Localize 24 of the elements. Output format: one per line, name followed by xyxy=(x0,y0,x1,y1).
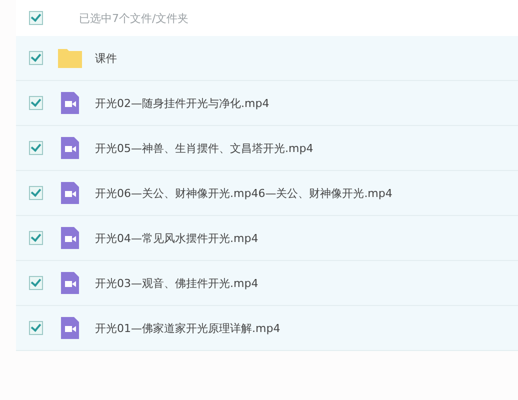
file-checkbox[interactable] xyxy=(29,51,43,65)
file-row[interactable]: 开光02—随身挂件开光与净化.mp4 xyxy=(16,81,518,126)
file-name: 课件 xyxy=(95,50,117,66)
file-row[interactable]: 课件 xyxy=(16,36,518,81)
file-row[interactable]: 开光05—神兽、生肖摆件、文昌塔开光.mp4 xyxy=(16,126,518,171)
file-row[interactable]: 开光04—常见风水摆件开光.mp4 xyxy=(16,216,518,261)
file-checkbox[interactable] xyxy=(29,231,43,245)
file-checkbox[interactable] xyxy=(29,96,43,110)
file-checkbox[interactable] xyxy=(29,186,43,200)
file-name: 开光02—随身挂件开光与净化.mp4 xyxy=(95,96,270,110)
file-row[interactable]: 开光01—佛家道家开光原理详解.mp4 xyxy=(16,306,518,351)
file-name: 开光06—关公、财神像开光.mp46—关公、财神像开光.mp4 xyxy=(95,186,392,200)
selection-summary: 已选中7个文件/文件夹 xyxy=(79,10,189,26)
file-name: 开光03—观音、佛挂件开光.mp4 xyxy=(95,276,258,290)
file-checkbox[interactable] xyxy=(29,276,43,290)
file-row[interactable]: 开光06—关公、财神像开光.mp46—关公、财神像开光.mp4 xyxy=(16,171,518,216)
select-all-checkbox[interactable] xyxy=(29,11,43,25)
file-name: 开光04—常见风水摆件开光.mp4 xyxy=(95,230,258,246)
file-checkbox[interactable] xyxy=(29,141,43,155)
file-name: 开光01—佛家道家开光原理详解.mp4 xyxy=(95,320,280,336)
file-checkbox[interactable] xyxy=(29,321,43,335)
file-row[interactable]: 开光03—观音、佛挂件开光.mp4 xyxy=(16,261,518,306)
folder-icon xyxy=(57,47,83,69)
file-name: 开光05—神兽、生肖摆件、文昌塔开光.mp4 xyxy=(95,140,314,156)
